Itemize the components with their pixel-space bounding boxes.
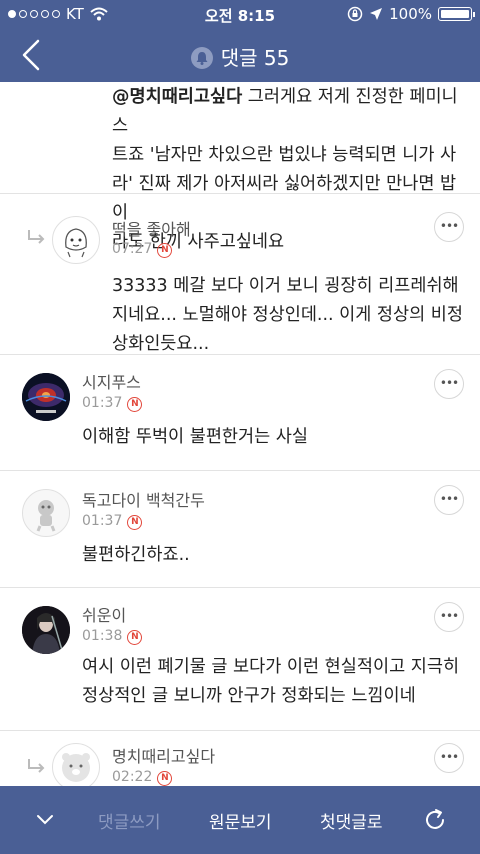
comment-line: 상화인듯요... — [112, 334, 210, 354]
avatar[interactable] — [22, 489, 70, 537]
new-badge: N — [127, 630, 143, 645]
avatar[interactable] — [22, 373, 70, 421]
reply-arrow-icon — [28, 230, 45, 244]
avatar[interactable] — [52, 216, 100, 264]
comment-item: 쉬운이 01:38 N ••• 여시 이런 폐기물 글 보다가 이런 현실적이고 … — [0, 588, 480, 731]
comment-line: 정상적인 글 보니까 안구가 정화되는 느낌이네 — [82, 686, 416, 706]
comment-line: 트죠 '남자만 차있으란 법있냐 능력되면 니가 사 — [112, 145, 457, 165]
first-comment-button[interactable]: 첫댓글로 — [320, 808, 383, 833]
comment-time-text: 01:37 — [82, 395, 123, 411]
comment-body: 여시 이런 폐기물 글 보다가 이런 현실적이고 지극히 정상적인 글 보니까 … — [82, 653, 472, 711]
comment-author[interactable]: 시지푸스 — [82, 369, 141, 393]
comment-line: 지네요... 노멀해야 정상인데... 이게 정상의 비정 — [112, 305, 463, 325]
new-badge: N — [127, 515, 143, 530]
avatar-image — [62, 753, 90, 782]
battery-icon — [438, 7, 475, 21]
comment-time-text: 01:38 — [82, 628, 123, 644]
comment-author[interactable]: 독고다이 백척간두 — [82, 487, 205, 511]
comment-item: 시지푸스 01:37 N ••• 이해함 뚜벅이 불편한거는 사실 — [0, 355, 480, 471]
avatar-image — [65, 228, 87, 258]
comment-line: 여시 이런 폐기물 글 보다가 이런 현실적이고 지극히 — [82, 657, 460, 677]
comment-line: 이해함 뚜벅이 불편한거는 사실 — [82, 427, 308, 447]
avatar-image — [22, 606, 70, 654]
status-right: 100% — [347, 5, 475, 23]
comment-time: 01:38 N — [82, 628, 143, 645]
mention-link[interactable]: @명치때리고싶다 — [112, 87, 242, 107]
comment-item: @명치때리고싶다 그러게요 저게 진정한 페미니스 트죠 '남자만 차있으란 법… — [0, 82, 480, 252]
view-original-button[interactable]: 원문보기 — [209, 808, 272, 833]
comment-body: 불편하긴하죠.. — [82, 541, 462, 570]
refresh-icon[interactable] — [422, 807, 448, 833]
page-title-text: 댓글 55 — [220, 46, 290, 70]
comment-author[interactable]: 쉬운이 — [82, 602, 126, 626]
comment-time: 01:37 N — [82, 395, 143, 412]
comment-author[interactable]: 떡을 좋아해 — [112, 216, 191, 240]
reply-arrow-icon — [28, 759, 45, 773]
comment-line: 불편하긴하죠.. — [82, 545, 190, 565]
more-options-button[interactable]: ••• — [434, 369, 464, 399]
comment-body: 33333 메갈 보다 이거 보니 굉장히 리프레쉬해 지네요... 노멀해야 … — [112, 272, 472, 359]
avatar[interactable] — [52, 743, 100, 786]
more-options-button[interactable]: ••• — [434, 212, 464, 242]
location-icon — [370, 8, 383, 20]
comment-time: 01:37 N — [82, 513, 143, 530]
status-bar: KT 오전 8:15 100% — [0, 0, 480, 28]
comment-time-text: 02:22 — [112, 769, 153, 785]
avatar-image — [36, 500, 56, 532]
comment-line: 33333 메갈 보다 이거 보니 굉장히 리프레쉬해 — [112, 276, 459, 296]
comment-time-text: 01:37 — [82, 513, 123, 529]
comment-time: 02:22 N — [112, 769, 173, 786]
comment-list[interactable]: @명치때리고싶다 그러게요 저게 진정한 페미니스 트죠 '남자만 차있으란 법… — [0, 82, 480, 786]
page-title: 댓글 55 — [0, 42, 480, 71]
more-options-button[interactable]: ••• — [434, 743, 464, 773]
comment-item: 떡을 좋아해 07:27 N ••• 33333 메갈 보다 이거 보니 굉장히 … — [0, 194, 480, 355]
chevron-down-icon[interactable] — [36, 814, 54, 826]
comment-item: 독고다이 백척간두 01:37 N ••• 불편하긴하죠.. — [0, 471, 480, 588]
bell-icon[interactable] — [190, 47, 213, 69]
avatar-image — [22, 373, 70, 421]
new-badge: N — [157, 243, 173, 258]
comment-time: 07:27 N — [112, 241, 173, 258]
battery-percent: 100% — [389, 5, 432, 23]
rotation-lock-icon — [347, 6, 363, 22]
comment-author[interactable]: 명치때리고싶다 — [112, 743, 215, 767]
comment-time-text: 07:27 — [112, 241, 153, 257]
more-options-button[interactable]: ••• — [434, 602, 464, 632]
write-comment-button[interactable]: 댓글쓰기 — [98, 808, 161, 833]
new-badge: N — [157, 771, 173, 786]
nav-bar: 댓글 55 — [0, 28, 480, 82]
new-badge: N — [127, 397, 143, 412]
more-options-button[interactable]: ••• — [434, 485, 464, 515]
avatar[interactable] — [22, 606, 70, 654]
bottom-toolbar: 댓글쓰기 원문보기 첫댓글로 — [0, 786, 480, 854]
comment-item: 명치때리고싶다 02:22 N ••• — [0, 731, 480, 786]
comment-body: 이해함 뚜벅이 불편한거는 사실 — [82, 423, 462, 452]
